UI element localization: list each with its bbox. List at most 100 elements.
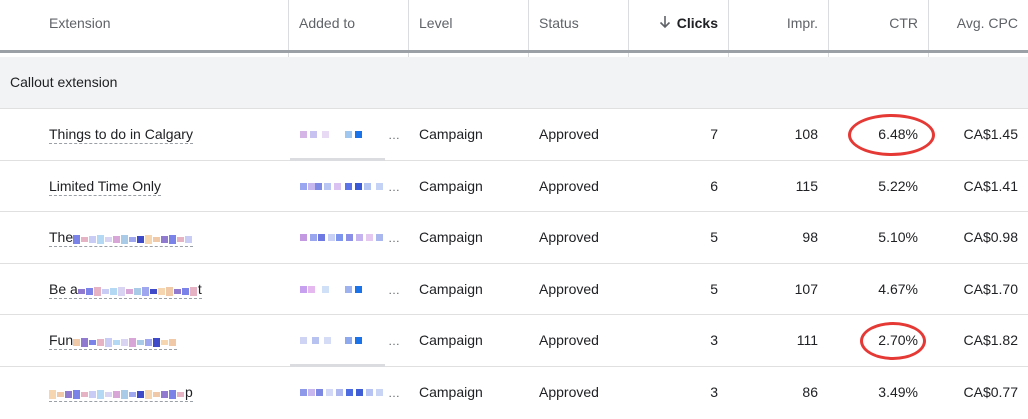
column-header-clicks[interactable]: Clicks <box>628 0 718 46</box>
blurred-text-block <box>113 235 121 243</box>
ellipsis-icon: … <box>388 231 400 245</box>
redacted-text <box>73 213 193 264</box>
blurred-text-block <box>121 389 128 399</box>
ellipsis-icon: … <box>388 180 400 194</box>
column-header-level[interactable]: Level <box>419 0 452 46</box>
redacted-campaign-pixel <box>328 234 335 241</box>
redacted-campaign-pixel <box>318 234 325 241</box>
ctr-cell: 4.67% <box>878 281 918 297</box>
extension-link[interactable]: Things to do in Calgary <box>49 126 193 144</box>
redacted-campaign-pixel <box>345 337 352 344</box>
level-cell: Campaign <box>419 384 483 400</box>
redacted-campaign-pixel <box>376 183 383 190</box>
added-to-scroll-bar <box>290 158 385 161</box>
blurred-text-block <box>93 286 101 296</box>
blurred-text-block <box>165 286 173 296</box>
blurred-text-block <box>49 389 56 399</box>
status-cell: Approved <box>539 229 599 245</box>
redacted-campaign-pixel <box>355 183 362 190</box>
redacted-campaign-pixel <box>300 131 307 138</box>
redacted-campaign-pixel <box>322 286 329 293</box>
blurred-text-block <box>97 389 104 399</box>
table-row[interactable]: Things to do in Calgary … Campaign Approved… <box>0 108 1028 160</box>
status-cell: Approved <box>539 332 599 348</box>
status-cell: Approved <box>539 384 599 400</box>
redacted-campaign-pixel <box>300 286 307 293</box>
redacted-text <box>77 265 198 316</box>
table-row[interactable]: The … Campaign Approved 5 98 5.10% CA$0.98 <box>0 211 1028 263</box>
table-row[interactable]: Fun… Campaign Approved 3 111 2.70% CA$1.82 <box>0 314 1028 366</box>
redacted-campaign-pixel <box>334 183 341 190</box>
column-header-ctr[interactable]: CTR <box>828 0 918 46</box>
redacted-campaign-pixel <box>376 234 383 241</box>
blurred-text-block <box>137 390 144 398</box>
redacted-campaign-pixel <box>336 234 343 241</box>
group-row[interactable]: Callout extension <box>0 57 1028 108</box>
ctr-cell: 3.49% <box>878 384 918 400</box>
header-rule <box>0 50 1028 53</box>
blurred-text-block <box>121 338 129 346</box>
redacted-campaign-pixel <box>366 389 373 396</box>
table-row[interactable]: p … Campaign Approved 3 86 3.49% CA$0.77 <box>0 366 1028 418</box>
blurred-text-block <box>81 337 89 347</box>
redacted-campaign-pixel <box>308 286 315 293</box>
column-header-status[interactable]: Status <box>539 0 579 46</box>
column-header-avg-cpc[interactable]: Avg. CPC <box>928 0 1018 46</box>
table-row[interactable]: Be a t … Campaign Approved 5 107 4.67% CA$1.70 <box>0 263 1028 315</box>
clicks-cell: 3 <box>710 332 718 348</box>
blurred-text-block <box>149 288 157 294</box>
blurred-text-block <box>153 391 160 397</box>
ctr-highlight-circle <box>860 322 926 360</box>
column-header-extension[interactable]: Extension <box>49 0 110 46</box>
extension-text: Be a <box>49 281 78 297</box>
redacted-campaign-pixel <box>366 234 373 241</box>
ellipsis-icon: … <box>388 128 400 142</box>
blurred-text-block <box>109 287 117 295</box>
extension-cell: p <box>49 367 193 418</box>
avg-cpc-cell: CA$0.77 <box>963 384 1018 400</box>
extension-text: Things to do in Calgary <box>49 126 193 142</box>
extension-cell: The <box>49 212 194 263</box>
blurred-text-block <box>97 234 105 244</box>
level-cell: Campaign <box>419 281 483 297</box>
blurred-text-block <box>129 337 137 347</box>
extension-link[interactable]: Be a t <box>49 281 202 299</box>
blurred-text-block <box>137 339 145 345</box>
extension-cell: Things to do in Calgary <box>49 109 193 160</box>
redacted-campaign-pixel <box>308 389 315 396</box>
impr-cell: 111 <box>796 332 818 348</box>
blurred-text-block <box>57 391 64 397</box>
extension-link[interactable]: p <box>49 384 193 402</box>
blurred-text-block <box>145 338 153 346</box>
avg-cpc-cell: CA$1.82 <box>963 332 1018 348</box>
blurred-text-block <box>129 391 136 397</box>
redacted-campaign-pixel <box>355 337 362 344</box>
blurred-text-block <box>177 391 184 397</box>
blurred-text-block <box>85 287 93 295</box>
blurred-text-block <box>117 286 125 296</box>
blurred-text-block <box>89 235 97 243</box>
redacted-campaign-pixel <box>355 131 362 138</box>
blurred-text-block <box>129 236 137 242</box>
redacted-campaign-pixel <box>300 389 307 396</box>
added-to-scroll-bar <box>290 364 385 367</box>
redacted-campaign-pixel <box>300 234 307 241</box>
blurred-text-block <box>141 286 149 296</box>
blurred-text-block <box>161 339 169 345</box>
redacted-campaign-pixel <box>356 234 363 241</box>
blurred-text-block <box>169 389 176 399</box>
table-row[interactable]: Limited Time Only … Campaign Approved 6 115 5.… <box>0 160 1028 212</box>
extension-link[interactable]: Fun <box>49 332 178 350</box>
blurred-text-block <box>105 337 113 347</box>
extension-link[interactable]: The <box>49 229 194 247</box>
column-header-added-to[interactable]: Added to <box>299 0 355 46</box>
column-header-clicks-label: Clicks <box>676 15 718 31</box>
blurred-text-block <box>89 390 96 398</box>
clicks-cell: 6 <box>710 178 718 194</box>
column-header-impr[interactable]: Impr. <box>728 0 818 46</box>
avg-cpc-cell: CA$0.98 <box>963 229 1018 245</box>
table-header: Extension Added to Level Status Clicks I… <box>0 0 1028 48</box>
redacted-text <box>49 368 185 419</box>
redacted-campaign-pixel <box>324 183 331 190</box>
extension-link[interactable]: Limited Time Only <box>49 178 162 196</box>
